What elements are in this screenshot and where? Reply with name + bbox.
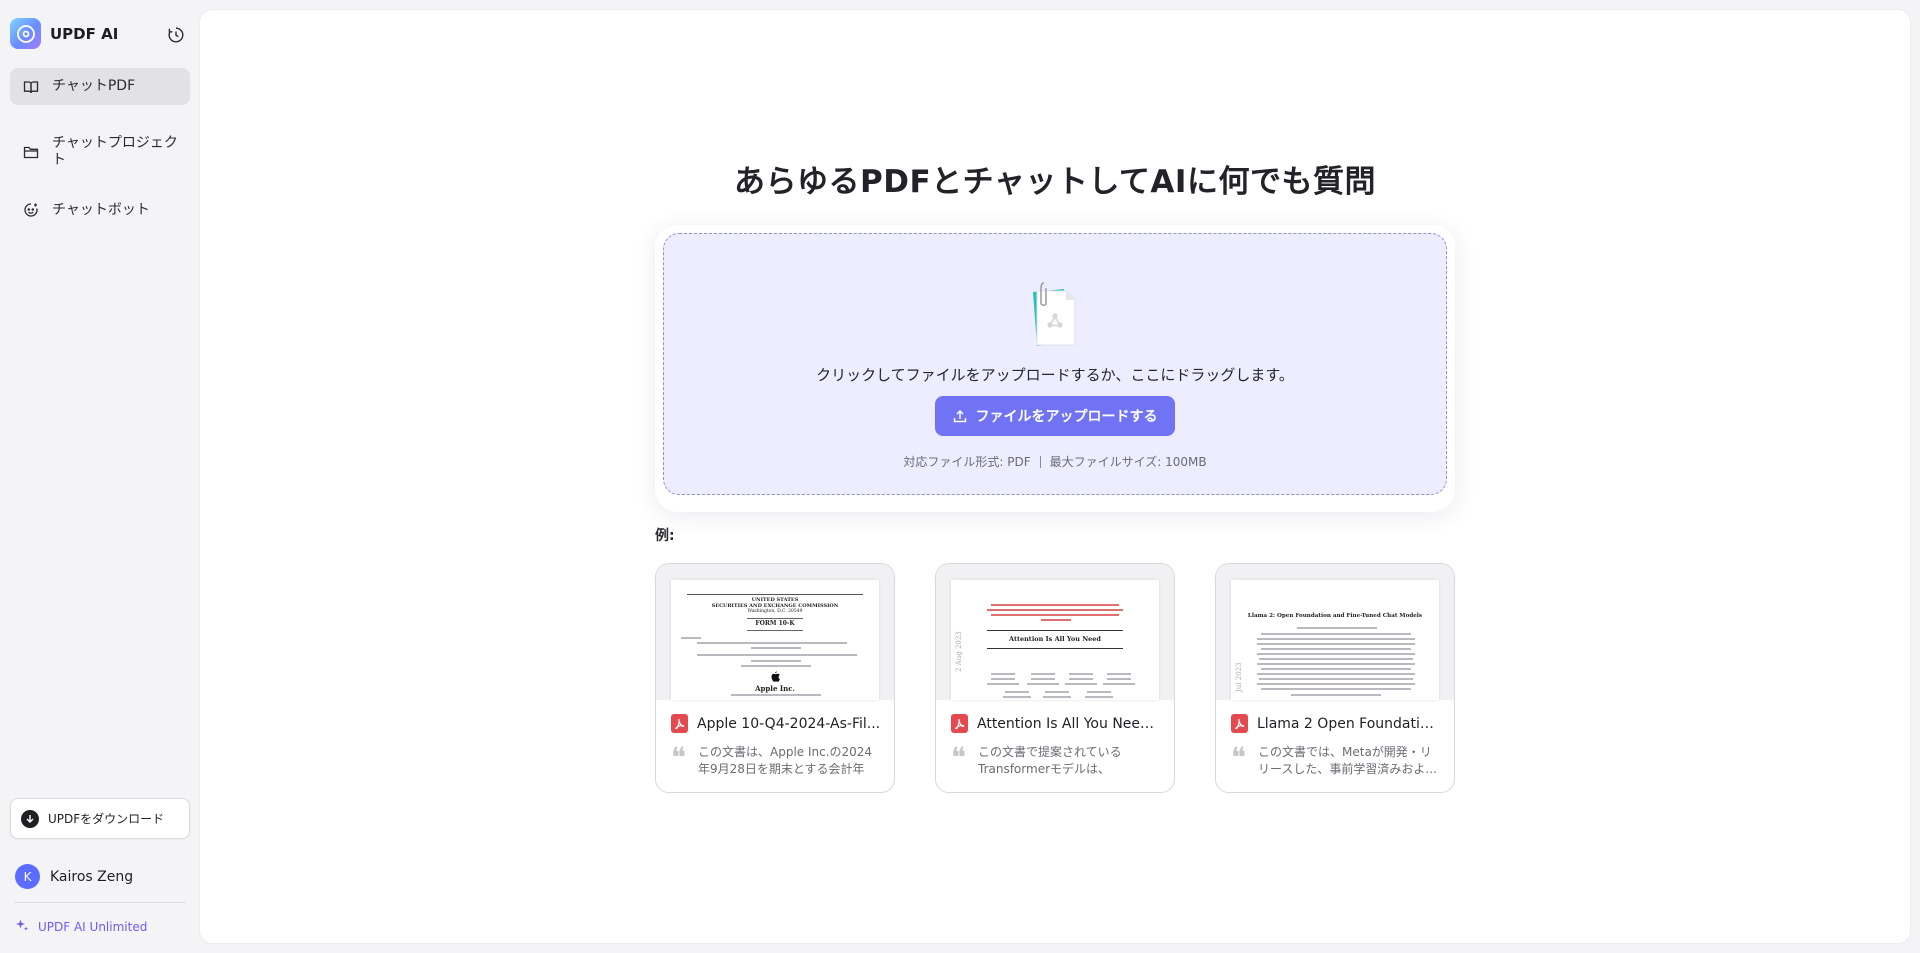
upload-button-label: ファイルをアップロードする [975, 409, 1158, 425]
user-profile[interactable]: K Kairos Zeng [15, 864, 133, 889]
separator [1039, 456, 1041, 468]
supported-formats: 対応ファイル形式: PDF [903, 455, 1031, 469]
document-title: Attention Is All You Need.pdf [977, 715, 1161, 732]
document-thumbnail: UNITED STATES SECURITIES AND EXCHANGE CO… [656, 564, 894, 700]
document-title: Apple 10-Q4-2024-As-Fil... [697, 715, 881, 732]
sidebar-item-label: チャットPDF [52, 78, 136, 94]
divider [14, 902, 186, 903]
document-title: Llama 2 Open Foundation ... [1257, 715, 1441, 732]
example-card-llama[interactable]: Llama 2: Open Foundation and Fine-Tuned … [1215, 563, 1455, 793]
thumb-text: Llama 2: Open Foundation and Fine-Tuned … [1247, 613, 1423, 619]
folder-icon [22, 143, 40, 161]
sidebar-item-chat-pdf[interactable]: チャットPDF [10, 68, 190, 105]
thumbnail-page: Attention Is All You Need 2 Aug 2023 [951, 580, 1159, 700]
apple-logo-icon [771, 671, 780, 682]
upload-limits: 対応ファイル形式: PDF 最大ファイルサイズ: 100MB [664, 453, 1446, 470]
thumb-text: Apple Inc. [755, 684, 795, 693]
thumb-side-text: 2 Aug 2023 [955, 631, 963, 672]
sidebar-item-label: チャットプロジェクト [52, 135, 178, 168]
chat-history-icon[interactable] [166, 25, 186, 45]
dropzone-instruction: クリックしてファイルをアップロードするか、ここにドラッグします。 [816, 366, 1294, 384]
sidebar-item-chat-project[interactable]: チャットプロジェクト [10, 131, 190, 173]
sidebar-item-label: チャットボット [52, 201, 150, 218]
card-title-row: Apple 10-Q4-2024-As-Fil... [671, 714, 881, 733]
sidebar: UPDF AI チャットPDF チャットプロジェクト チャットボット UPDFを… [0, 0, 198, 953]
upload-icon [953, 409, 967, 423]
sidebar-item-chat-bot[interactable]: チャットボット [10, 194, 190, 226]
pdf-file-icon [1024, 279, 1084, 349]
examples-heading: 例: [655, 528, 675, 544]
thumbnail-page: Llama 2: Open Foundation and Fine-Tuned … [1231, 580, 1439, 700]
thumb-text: Attention Is All You Need [1009, 635, 1101, 643]
quote-icon: ❝ [671, 741, 687, 774]
app-title: UPDF AI [50, 24, 119, 43]
bot-icon [22, 201, 40, 219]
user-name: Kairos Zeng [50, 868, 134, 885]
document-summary: この文書は、Apple Inc.の2024年9月28日を期末とする会計年度... [698, 745, 873, 776]
document-thumbnail: Attention Is All You Need 2 Aug 2023 [936, 564, 1174, 700]
brand[interactable]: UPDF AI [10, 18, 118, 49]
document-summary: この文書では、Metaが開発・リリースした、事前学習済みおよ... [1258, 745, 1437, 776]
thumb-text: Washington, D.C. 20549 [747, 609, 803, 614]
plan-label: UPDF AI Unlimited [38, 919, 148, 934]
plan-link[interactable]: UPDF AI Unlimited [15, 918, 147, 935]
quote-icon: ❝ [1231, 741, 1247, 774]
example-card-apple[interactable]: UNITED STATES SECURITIES AND EXCHANGE CO… [655, 563, 895, 793]
book-icon [22, 78, 40, 96]
download-icon [21, 809, 39, 828]
avatar: K [15, 864, 40, 889]
page-title: あらゆるPDFとチャットしてAIに何でも質問 [734, 164, 1376, 200]
document-thumbnail: Llama 2: Open Foundation and Fine-Tuned … [1216, 564, 1454, 700]
thumb-side-text: Jul 2023 [1235, 662, 1243, 692]
file-dropzone[interactable]: クリックしてファイルをアップロードするか、ここにドラッグします。 ファイルをアッ… [663, 233, 1447, 495]
sparkle-icon [15, 918, 29, 935]
thumb-text: FORM 10-K [755, 620, 795, 627]
card-title-row: Attention Is All You Need.pdf [951, 714, 1161, 733]
card-title-row: Llama 2 Open Foundation ... [1231, 714, 1441, 733]
quote-icon: ❝ [951, 741, 967, 774]
document-summary: この文書で提案されているTransformerモデルは、Attentio... [978, 745, 1122, 776]
download-updf-button[interactable]: UPDFをダウンロード [10, 798, 190, 839]
updf-ai-logo [10, 18, 41, 49]
main-panel: あらゆるPDFとチャットしてAIに何でも質問 クリックしてファイルをアップロード… [200, 10, 1910, 943]
pdf-icon [951, 714, 968, 733]
pdf-icon [1231, 714, 1248, 733]
download-label: UPDFをダウンロード [48, 812, 165, 826]
thumbnail-page: UNITED STATES SECURITIES AND EXCHANGE CO… [671, 580, 879, 700]
upload-file-button[interactable]: ファイルをアップロードする [935, 396, 1175, 436]
max-file-size: 最大ファイルサイズ: 100MB [1049, 455, 1207, 469]
example-card-attention[interactable]: Attention Is All You Need 2 Aug 2023 Att… [935, 563, 1175, 793]
upload-panel: クリックしてファイルをアップロードするか、ここにドラッグします。 ファイルをアッ… [655, 225, 1455, 512]
pdf-icon [671, 714, 688, 733]
